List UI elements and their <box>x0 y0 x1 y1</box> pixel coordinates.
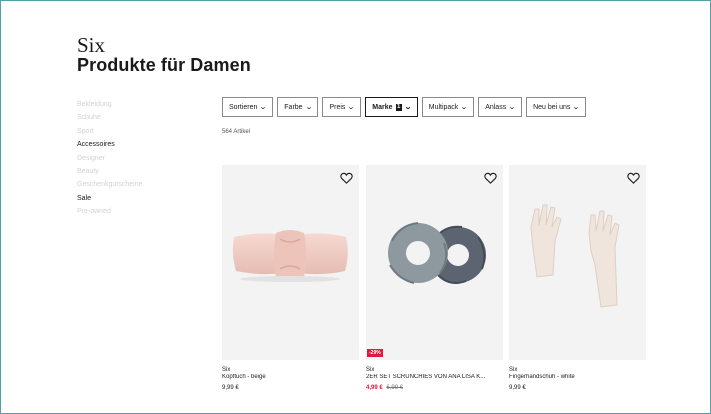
color-filter-dropdown[interactable]: Farbe ⌄ <box>277 97 319 117</box>
product-brand: Six <box>509 367 518 373</box>
new-arrivals-filter-label: Neu bei uns <box>533 103 571 111</box>
occasion-filter-dropdown[interactable]: Anlass ⌄ <box>478 97 523 117</box>
sale-price: 4,99 € <box>366 385 383 391</box>
chevron-down-icon: ⌄ <box>460 104 469 111</box>
category-sidebar: Bekleidung Schuhe Sport Accessoires Desi… <box>77 98 217 219</box>
original-price: 6,99 € <box>386 385 404 391</box>
product-card[interactable]: Six Fingerhandschuh - white 9,99 € <box>509 165 646 391</box>
chevron-down-icon: ⌄ <box>259 104 268 111</box>
scrunchies-picture <box>388 222 486 284</box>
sidebar-item-designer[interactable]: Designer <box>77 152 217 165</box>
gloves-picture <box>530 204 620 308</box>
filter-bar: Sortieren ⌄ Farbe ⌄ Preis ⌄ Marke 1 ⌄ Mu… <box>222 97 587 117</box>
sidebar-item-bekleidung[interactable]: Bekleidung <box>77 98 217 111</box>
brand-filter-label: Marke <box>372 103 393 111</box>
sidebar-item-schuhe[interactable]: Schuhe <box>77 111 217 124</box>
headband-picture <box>232 230 348 282</box>
sidebar-item-sale[interactable]: Sale <box>77 192 217 205</box>
product-image[interactable] <box>222 165 359 360</box>
sidebar-item-geschenkgutscheine[interactable]: Geschenkgutscheine <box>77 178 217 191</box>
discount-badge: -29% <box>367 349 383 357</box>
color-filter-label: Farbe <box>284 103 303 111</box>
price-filter-dropdown[interactable]: Preis ⌄ <box>322 97 362 117</box>
multipack-filter-dropdown[interactable]: Multipack ⌄ <box>421 97 475 117</box>
sort-label: Sortieren <box>229 103 258 111</box>
chevron-down-icon: ⌄ <box>572 104 581 111</box>
product-card[interactable]: Six Kopftuch - beige 9,99 € <box>222 165 359 391</box>
product-image[interactable]: -29% <box>366 165 503 360</box>
result-count: 564 Artikel <box>222 129 251 135</box>
chevron-down-icon: ⌄ <box>403 104 412 111</box>
price-filter-label: Preis <box>329 103 346 111</box>
product-price: 4,99 € 6,99 € <box>366 385 503 391</box>
sidebar-item-pre-owned[interactable]: Pre-owned <box>77 205 217 218</box>
chevron-down-icon: ⌄ <box>347 104 356 111</box>
sort-dropdown[interactable]: Sortieren ⌄ <box>222 97 274 117</box>
occasion-filter-label: Anlass <box>485 103 507 111</box>
sidebar-item-accessoires[interactable]: Accessoires <box>77 138 217 151</box>
product-image[interactable] <box>509 165 646 360</box>
chevron-down-icon: ⌄ <box>508 104 517 111</box>
brand-filter-dropdown[interactable]: Marke 1 ⌄ <box>365 97 418 117</box>
product-brand: Six <box>222 367 231 373</box>
multipack-filter-label: Multipack <box>428 103 459 111</box>
product-price: 9,99 € <box>509 385 526 391</box>
product-name[interactable]: 2ER SET SCRUNCHIES VON ANA LISA K... <box>366 374 503 380</box>
product-card[interactable]: -29% Six 2ER SET SCRUNCHIES VON ANA LISA… <box>366 165 503 391</box>
product-brand: Six <box>366 367 375 373</box>
page-title: Produkte für Damen <box>77 55 251 75</box>
chevron-down-icon: ⌄ <box>304 104 313 111</box>
sidebar-item-sport[interactable]: Sport <box>77 125 217 138</box>
product-price: 9,99 € <box>222 385 239 391</box>
new-arrivals-filter-dropdown[interactable]: Neu bei uns ⌄ <box>526 97 587 117</box>
product-name[interactable]: Fingerhandschuh - white <box>509 374 646 380</box>
product-name[interactable]: Kopftuch - beige <box>222 374 359 380</box>
sidebar-item-beauty[interactable]: Beauty <box>77 165 217 178</box>
brand-filter-count-badge: 1 <box>395 103 402 111</box>
